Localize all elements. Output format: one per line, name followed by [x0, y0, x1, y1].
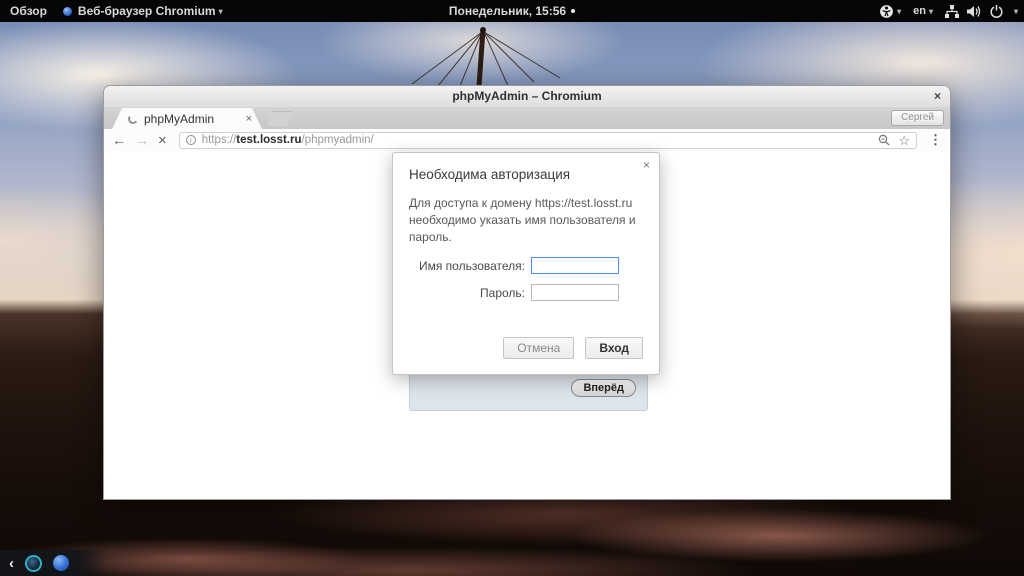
chevron-down-icon: ▾: [897, 6, 902, 16]
auth-dialog-close-icon[interactable]: ×: [643, 158, 650, 172]
dock-fragment: ‹: [0, 550, 108, 576]
username-label: Имя пользователя:: [418, 258, 525, 273]
zoom-icon[interactable]: [878, 134, 890, 146]
notification-dot-icon: [571, 9, 576, 13]
password-field[interactable]: [531, 284, 619, 301]
dock-chromium-icon[interactable]: [25, 554, 42, 572]
activities-button[interactable]: Обзор: [10, 4, 47, 18]
go-button[interactable]: Вперёд: [571, 379, 636, 397]
gnome-top-bar: Обзор Веб-браузер Chromium ▾ Понедельник…: [0, 0, 1024, 22]
tab-strip: phpMyAdmin × Сергей: [103, 107, 951, 129]
tab-phpmyadmin[interactable]: phpMyAdmin ×: [112, 108, 262, 129]
bookmark-star-icon[interactable]: ☆: [898, 134, 910, 147]
page-info-icon[interactable]: i: [185, 135, 196, 145]
window-titlebar[interactable]: phpMyAdmin – Chromium ×: [103, 85, 951, 107]
chevron-left-icon[interactable]: ‹: [9, 556, 14, 571]
auth-dialog-title: Необходима авторизация: [409, 167, 571, 182]
forward-button[interactable]: →: [135, 133, 149, 147]
volume-icon: [966, 5, 981, 17]
window-title: phpMyAdmin – Chromium: [452, 89, 602, 103]
password-label: Пароль:: [480, 285, 525, 300]
browser-window: phpMyAdmin – Chromium × phpMyAdmin × Сер…: [103, 85, 951, 500]
dock-app-icon[interactable]: [53, 555, 69, 571]
address-bar[interactable]: i https://test.losst.ru/phpmyadmin/ ☆: [178, 131, 917, 149]
new-tab-button[interactable]: [267, 111, 293, 126]
back-button[interactable]: ←: [112, 133, 126, 147]
chevron-down-icon: ▾: [928, 6, 933, 16]
clock-label: Понедельник, 15:56: [448, 4, 567, 18]
chevron-down-icon: ▾: [1013, 6, 1018, 16]
accessibility-icon: [880, 4, 894, 18]
keyboard-layout-label: en: [913, 5, 926, 17]
stop-button[interactable]: ×: [158, 133, 167, 148]
auth-dialog: Необходима авторизация × Для доступа к д…: [392, 152, 660, 375]
app-menu[interactable]: Веб-браузер Chromium ▾: [62, 4, 223, 18]
username-field[interactable]: [531, 257, 619, 274]
keyboard-layout-menu[interactable]: en ▾: [913, 5, 933, 17]
cancel-button[interactable]: Отмена: [503, 337, 575, 359]
system-menu[interactable]: ▾: [944, 4, 1018, 18]
profile-button[interactable]: Сергей: [891, 110, 944, 126]
tab-close-icon[interactable]: ×: [246, 113, 252, 125]
accessibility-menu[interactable]: ▾: [879, 4, 901, 19]
login-button[interactable]: Вход: [585, 337, 643, 359]
loading-spinner-icon: [127, 112, 139, 125]
browser-toolbar: ← → × i https://test.losst.ru/phpmyadmin…: [103, 129, 951, 151]
auth-dialog-message: Для доступа к домену https://test.losst.…: [409, 196, 636, 244]
network-icon: [944, 4, 959, 18]
tab-label: phpMyAdmin: [144, 111, 215, 126]
chevron-down-icon: ▾: [218, 6, 223, 16]
chromium-app-icon: [62, 6, 72, 16]
url-text: https://test.losst.ru/phpmyadmin/: [201, 134, 374, 146]
app-menu-label: Веб-браузер Chromium: [77, 4, 216, 18]
window-close-button[interactable]: ×: [934, 86, 941, 107]
ship-mast-graphic: [411, 27, 561, 86]
power-icon: [990, 4, 1003, 18]
browser-menu-icon[interactable]: ⋮: [926, 132, 942, 148]
